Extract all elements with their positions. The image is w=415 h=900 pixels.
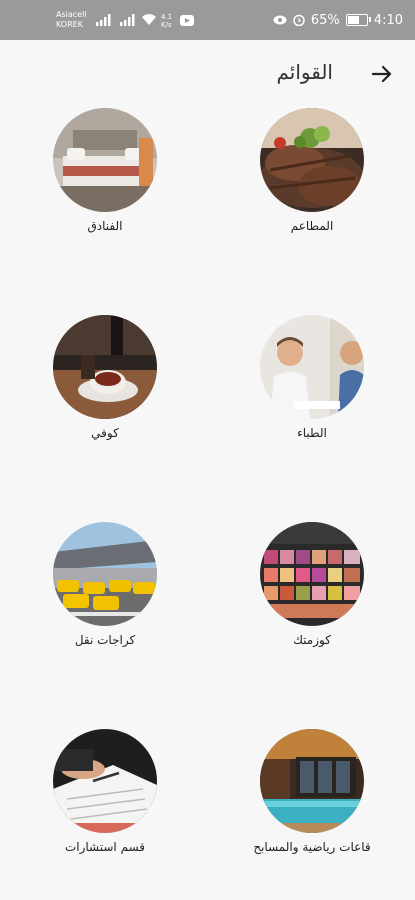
status-bar: Asiacell KOREK 4.1 K/s 65% 4:10 xyxy=(0,0,415,40)
category-label: قاعات رياضية والمسابح xyxy=(253,840,371,854)
category-hotels[interactable]: الفنادق xyxy=(35,108,175,234)
carrier-2: KOREK xyxy=(56,20,83,29)
cosmetics-photo-icon xyxy=(260,522,364,626)
restaurants-photo-icon xyxy=(260,108,364,212)
category-coffee[interactable]: كوفي xyxy=(35,315,175,441)
coffee-photo-icon xyxy=(53,315,157,419)
back-arrow-icon[interactable] xyxy=(370,62,394,86)
category-restaurants[interactable]: المطاعم xyxy=(242,108,382,234)
consultations-photo-icon xyxy=(53,729,157,833)
category-gyms-pools[interactable]: قاعات رياضية والمسابح xyxy=(242,729,382,855)
speed-unit: K/s xyxy=(161,21,172,29)
category-doctors[interactable]: الطباء xyxy=(242,315,382,441)
alarm-icon xyxy=(293,14,305,26)
category-consultations[interactable]: قسم استشارات xyxy=(35,729,175,855)
category-label: المطاعم xyxy=(290,219,334,233)
gyms-pools-photo-icon xyxy=(260,729,364,833)
category-label: الفنادق xyxy=(87,219,123,233)
category-label: كراجات نقل xyxy=(74,633,136,647)
category-label: قسم استشارات xyxy=(64,840,146,854)
doctors-photo-icon xyxy=(260,315,364,419)
signal-icon xyxy=(96,14,111,26)
carrier-1: Asiacell xyxy=(56,10,87,19)
category-label: كوزمتك xyxy=(293,633,331,647)
speed-indicator: 4.1 K/s xyxy=(161,13,172,29)
wifi-icon xyxy=(142,14,156,25)
page-title: القوائم xyxy=(276,60,333,84)
status-right: 65% 4:10 xyxy=(273,12,403,28)
clock: 4:10 xyxy=(373,12,403,28)
carrier-info: Asiacell KOREK xyxy=(56,10,94,30)
category-cosmetics[interactable]: كوزمتك xyxy=(242,522,382,648)
category-transport-garages[interactable]: كراجات نقل xyxy=(35,522,175,648)
youtube-icon xyxy=(180,15,194,26)
battery-icon xyxy=(345,14,371,26)
category-label: كوفي xyxy=(91,426,119,440)
battery-percent: 65% xyxy=(310,12,340,28)
signal-icon-2 xyxy=(120,14,135,26)
transport-garages-photo-icon xyxy=(53,522,157,626)
hotels-photo-icon xyxy=(53,108,157,212)
category-label: الطباء xyxy=(297,426,327,440)
eye-icon xyxy=(273,15,287,25)
speed-value: 4.1 xyxy=(161,13,173,21)
